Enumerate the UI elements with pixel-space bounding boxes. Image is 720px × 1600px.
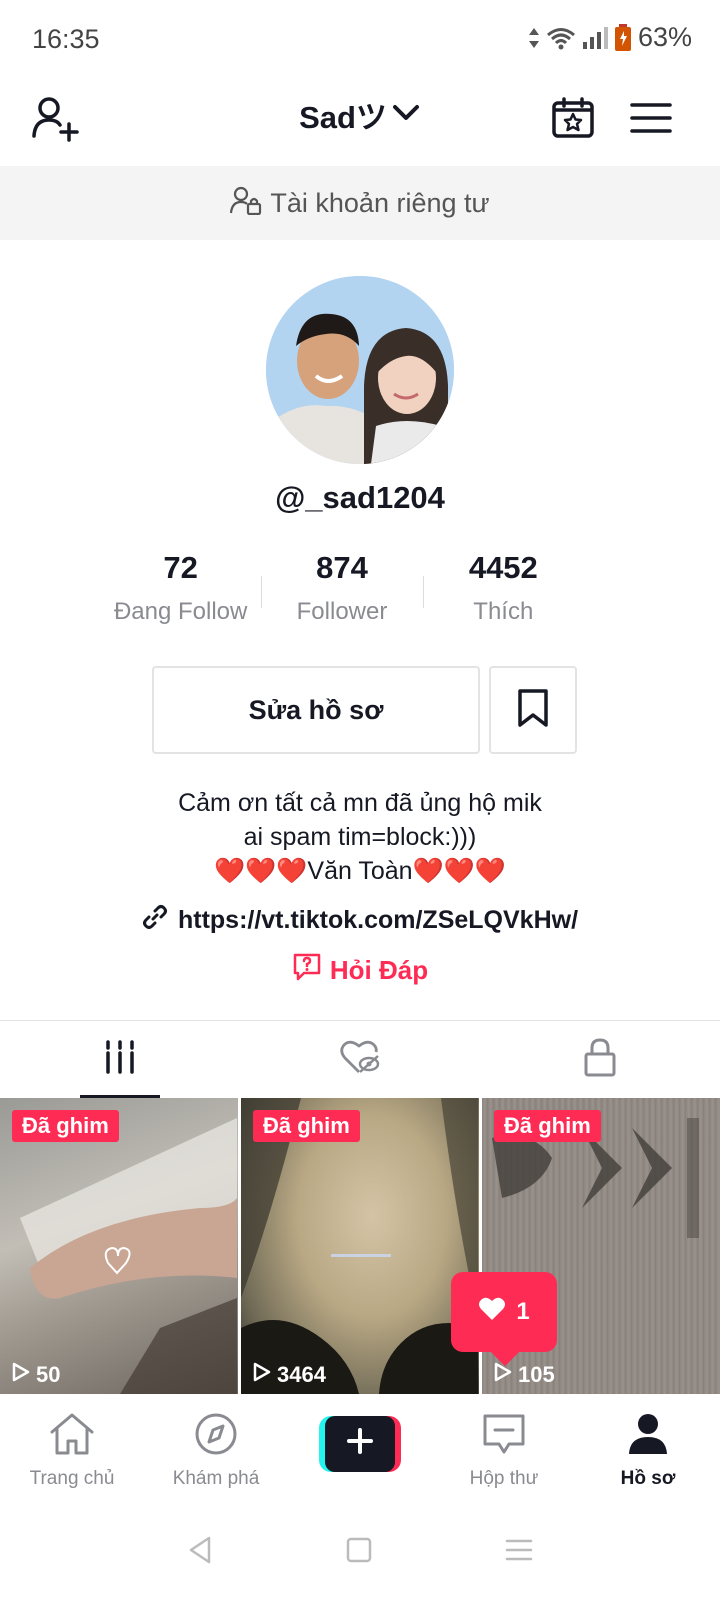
username-switcher[interactable]: Sadツ — [0, 92, 720, 137]
nav-discover-label: Khám phá — [172, 1468, 260, 1489]
likes-label: Thích — [473, 598, 534, 625]
video-grid: Đã ghim 50 Đã ghim 3464 Đã ghim 105 — [0, 1098, 720, 1394]
likes-stat[interactable]: 4452 Thích — [422, 550, 584, 630]
username-title: Sadツ — [299, 100, 387, 135]
lock-icon — [583, 1037, 617, 1082]
likes-count: 4452 — [468, 550, 538, 585]
grid-icon — [104, 1040, 136, 1079]
hidden-heart-icon — [339, 1038, 381, 1081]
followers-stat[interactable]: 874 Follower — [261, 550, 422, 630]
create-button[interactable] — [319, 1416, 401, 1472]
top-bar: Sadツ — [0, 82, 720, 166]
pinned-badge: Đã ghim — [494, 1110, 601, 1142]
nav-create[interactable] — [288, 1394, 432, 1504]
bio-line: ❤️❤️❤️Văn Toàn❤️❤️❤️ — [214, 857, 506, 885]
battery-icon — [614, 23, 632, 52]
like-notification-bubble[interactable]: 1 — [451, 1272, 557, 1367]
followers-count: 874 — [316, 550, 368, 585]
bio-line: Cảm ơn tất cả mn đã ủng hộ mik — [178, 789, 542, 817]
play-icon — [12, 1362, 30, 1388]
signal-icon — [582, 26, 608, 49]
calendar-star-icon[interactable] — [543, 88, 603, 148]
bookmark-icon — [516, 688, 550, 733]
wifi-icon — [546, 26, 576, 50]
play-icon — [253, 1362, 271, 1388]
view-count: 105 — [494, 1362, 555, 1388]
bottom-navigation: Trang chủ Khám phá Hộp thư Hồ sơ — [0, 1394, 720, 1504]
profile-stats: 72 Đang Follow 874 Follower 4452 Thích — [100, 550, 584, 630]
user-lock-icon — [230, 185, 262, 222]
bookmark-button[interactable] — [489, 666, 577, 754]
inbox-icon — [481, 1412, 527, 1462]
pinned-badge: Đã ghim — [12, 1110, 119, 1142]
video-thumbnail[interactable]: Đã ghim 3464 — [241, 1098, 479, 1394]
following-stat[interactable]: 72 Đang Follow — [100, 550, 261, 630]
video-thumbnail[interactable]: Đã ghim 50 — [0, 1098, 238, 1394]
link-icon — [142, 904, 168, 937]
profile-handle: @_sad1204 — [275, 480, 445, 515]
profile-link[interactable]: https://vt.tiktok.com/ZSeLQVkHw/ — [0, 904, 720, 937]
chevron-down-icon — [391, 97, 421, 133]
system-navigation-bar — [0, 1504, 720, 1600]
pinned-badge: Đã ghim — [253, 1110, 360, 1142]
menu-icon[interactable] — [621, 88, 681, 148]
tab-videos[interactable] — [0, 1021, 240, 1098]
view-count-text: 105 — [518, 1362, 555, 1387]
play-icon — [494, 1362, 512, 1388]
like-count: 1 — [516, 1298, 530, 1325]
followers-label: Follower — [296, 598, 388, 625]
edit-profile-button[interactable]: Sửa hồ sơ — [152, 666, 480, 754]
status-icons: 63% — [528, 22, 692, 53]
view-count: 3464 — [253, 1362, 326, 1388]
profile-person-icon — [626, 1412, 670, 1462]
nav-profile-label: Hồ sơ — [620, 1468, 676, 1489]
stat-divider — [261, 576, 263, 608]
home-square-icon[interactable] — [346, 1537, 372, 1568]
compass-icon — [193, 1412, 239, 1462]
nav-inbox-label: Hộp thư — [469, 1468, 539, 1489]
view-count-text: 3464 — [277, 1362, 326, 1387]
nav-inbox[interactable]: Hộp thư — [432, 1394, 576, 1504]
plus-icon — [347, 1428, 373, 1460]
recents-icon[interactable] — [505, 1538, 533, 1567]
data-arrows-icon — [528, 26, 540, 50]
profile-link-text: https://vt.tiktok.com/ZSeLQVkHw/ — [177, 906, 579, 934]
nav-home-label: Trang chủ — [29, 1468, 115, 1489]
private-account-banner: Tài khoản riêng tư — [0, 166, 720, 240]
private-account-text: Tài khoản riêng tư — [270, 187, 490, 218]
tab-liked[interactable] — [240, 1021, 480, 1098]
battery-percent: 63% — [637, 22, 692, 52]
status-bar: 16:35 63% — [0, 0, 720, 82]
nav-discover[interactable]: Khám phá — [144, 1394, 288, 1504]
view-count: 50 — [12, 1362, 60, 1388]
bio-line: ai spam tim=block:))) — [243, 823, 477, 851]
heart-icon — [478, 1296, 506, 1329]
qa-button[interactable]: Hỏi Đáp — [0, 952, 720, 989]
tab-private[interactable] — [480, 1021, 720, 1098]
following-label: Đang Follow — [113, 598, 248, 625]
qa-label: Hỏi Đáp — [329, 955, 429, 985]
nav-home[interactable]: Trang chủ — [0, 1394, 144, 1504]
status-time: 16:35 — [32, 24, 100, 54]
stat-divider — [422, 576, 424, 608]
question-bubble-icon — [292, 952, 322, 989]
back-icon[interactable] — [187, 1535, 213, 1570]
following-count: 72 — [163, 550, 198, 585]
profile-bio: Cảm ơn tất cả mn đã ủng hộ mik ai spam t… — [0, 786, 720, 888]
nav-profile[interactable]: Hồ sơ — [576, 1394, 720, 1504]
profile-tabs — [0, 1020, 720, 1098]
view-count-text: 50 — [36, 1362, 61, 1387]
avatar[interactable] — [266, 276, 454, 464]
home-icon — [48, 1412, 96, 1462]
